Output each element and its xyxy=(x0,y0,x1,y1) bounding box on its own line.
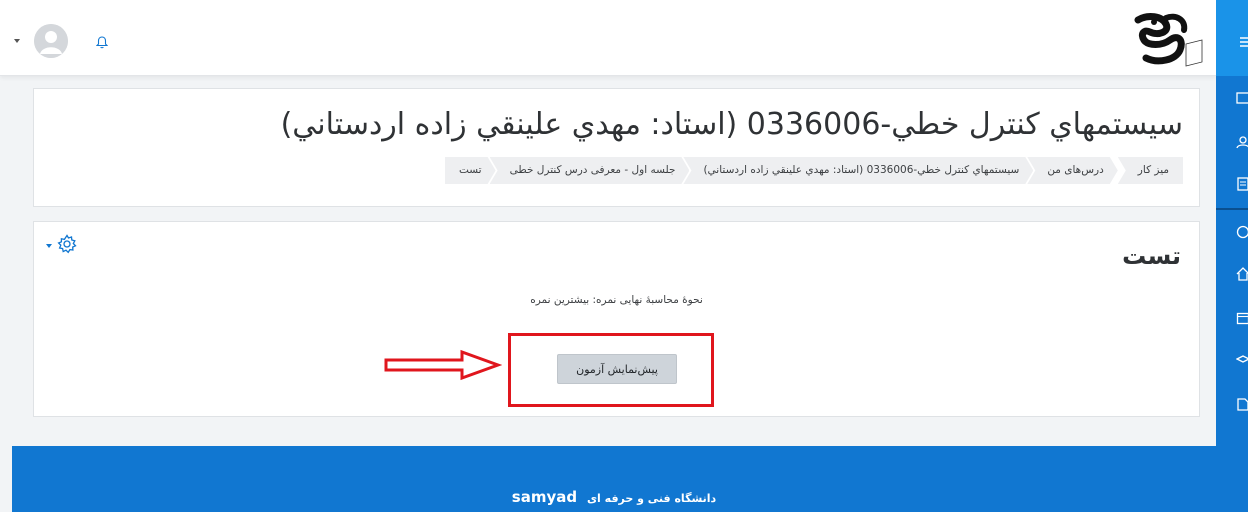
university-logo[interactable] xyxy=(1128,10,1206,70)
chevron-down-icon[interactable] xyxy=(46,244,52,248)
footer-brand: دانشگاه فنی و حرفه ای samyad xyxy=(12,488,1216,506)
breadcrumb-item-course[interactable]: سيستمهاي كنترل خطي-0336006 (استاد: مهدي … xyxy=(683,157,1033,184)
user-icon[interactable] xyxy=(1236,134,1248,149)
courses-icon[interactable] xyxy=(1236,176,1248,191)
top-navbar xyxy=(0,0,1216,76)
footer: دانشگاه فنی و حرفه ای samyad xyxy=(12,446,1216,512)
clock-icon[interactable] xyxy=(1236,224,1248,239)
bell-icon[interactable] xyxy=(95,34,109,53)
breadcrumb: ميز كار درس‌های من سيستمهاي كنترل خطي-03… xyxy=(451,157,1183,184)
arrow-right-icon xyxy=(384,349,503,381)
page-title: سيستمهاي كنترل خطي-0336006 (استاد: مهدي … xyxy=(280,107,1183,142)
breadcrumb-item-dashboard[interactable]: ميز كار xyxy=(1117,157,1183,184)
graduation-icon[interactable] xyxy=(1235,352,1248,366)
files-icon[interactable] xyxy=(1236,396,1248,411)
footer-brand-text: دانشگاه فنی و حرفه ای xyxy=(586,492,717,505)
settings-menu[interactable] xyxy=(46,234,77,258)
breadcrumb-item-section[interactable]: جلسه اول - معرفی درس کنترل خطی xyxy=(490,157,690,184)
home-icon[interactable] xyxy=(1236,266,1248,281)
chevron-down-icon[interactable] xyxy=(14,39,20,43)
user-menu[interactable] xyxy=(14,24,68,58)
samyad-logo[interactable]: samyad xyxy=(512,488,577,506)
gear-icon[interactable] xyxy=(57,234,77,258)
breadcrumb-item-my-courses[interactable]: درس‌های من xyxy=(1027,157,1117,184)
user-avatar-icon[interactable] xyxy=(34,24,68,58)
calendar-icon[interactable] xyxy=(1236,310,1248,325)
dashboard-icon[interactable] xyxy=(1236,90,1248,104)
activity-title: تست xyxy=(1122,242,1181,270)
course-header-card: سيستمهاي كنترل خطي-0336006 (استاد: مهدي … xyxy=(33,88,1200,207)
drawer-divider xyxy=(1216,208,1248,210)
highlight-box xyxy=(508,333,714,407)
menu-icon[interactable] xyxy=(1216,0,1248,76)
grading-method-text: نحوهٔ محاسبهٔ نهایی نمره: بیشترین نمره xyxy=(530,294,703,306)
nav-drawer xyxy=(1216,0,1248,512)
breadcrumb-item-quiz[interactable]: تست xyxy=(445,157,496,184)
